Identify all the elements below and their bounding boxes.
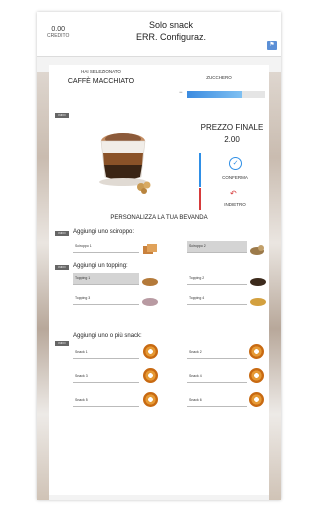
- sugar-level-fill: [187, 91, 242, 98]
- snack-option-6[interactable]: Snack 6: [187, 395, 247, 407]
- product-info-tag[interactable]: INFO: [55, 113, 69, 118]
- snack-option-label: Snack 3: [75, 374, 88, 378]
- language-flag-icon[interactable]: ⚑: [267, 41, 277, 50]
- credit-display: 0.00 CREDITO: [47, 26, 69, 39]
- topping-option-label: Topping 3: [75, 296, 91, 300]
- product-name: CAFFÈ MACCHIATO: [67, 78, 135, 85]
- snack-section-title: Aggiungi uno o più snack:: [73, 333, 142, 339]
- credit-label: CREDITO: [47, 33, 70, 39]
- back-label: INDIETRO: [224, 202, 246, 207]
- selected-label: HAI SELEZIONATO: [81, 69, 121, 74]
- status-title: Solo snack ERR. Configuraz.: [101, 20, 241, 42]
- checkmark-icon: ✓: [229, 157, 242, 170]
- topping-option-4[interactable]: Topping 4: [187, 293, 247, 305]
- syrup-option-1[interactable]: Sciroppo 1: [73, 241, 139, 253]
- snack-option-label: Snack 1: [75, 350, 88, 354]
- back-arrow-icon: ↶: [230, 189, 237, 198]
- syrup-option-label: Sciroppo 2: [189, 244, 206, 248]
- topping-3-image: [142, 298, 158, 306]
- sugar-label: ZUCCHERO: [206, 75, 232, 80]
- snack-option-label: Snack 6: [189, 398, 202, 402]
- syrup-option-2[interactable]: Sciroppo 2: [187, 241, 247, 253]
- snack-option-5[interactable]: Snack 5: [73, 395, 139, 407]
- final-price-value: 2.00: [224, 135, 240, 144]
- snack-option-4[interactable]: Snack 4: [187, 371, 247, 383]
- syrup-option-label: Sciroppo 1: [75, 244, 92, 248]
- snack-2-image: [249, 344, 264, 359]
- snack-5-image: [143, 392, 158, 407]
- topping-info-tag[interactable]: INFO: [55, 265, 69, 270]
- syrup-1-image: [143, 244, 157, 254]
- final-price-label: PREZZO FINALE: [200, 123, 264, 132]
- topping-option-2[interactable]: Topping 2: [187, 273, 247, 285]
- product-panel: HAI SELEZIONATO CAFFÈ MACCHIATO INFO ZUC…: [49, 65, 269, 495]
- snack-1-image: [143, 344, 158, 359]
- sugar-decrease-button[interactable]: −: [179, 90, 183, 96]
- snack-option-label: Snack 5: [75, 398, 88, 402]
- snack-option-1[interactable]: Snack 1: [73, 347, 139, 359]
- syrup-info-tag[interactable]: INFO: [55, 231, 69, 236]
- topping-option-label: Topping 4: [189, 296, 205, 300]
- topping-option-3[interactable]: Topping 3: [73, 293, 139, 305]
- snack-4-image: [249, 368, 264, 383]
- snack-option-label: Snack 2: [189, 350, 202, 354]
- topping-2-image: [250, 278, 266, 286]
- confirm-label: CONFERMA: [222, 175, 248, 180]
- topping-option-label: Topping 1: [75, 276, 91, 280]
- snack-6-image: [249, 392, 264, 407]
- topping-option-1[interactable]: Topping 1: [73, 273, 139, 285]
- snack-option-label: Snack 4: [189, 374, 202, 378]
- background-photo-left: [37, 72, 49, 500]
- back-button[interactable]: ↶ INDIETRO: [199, 188, 269, 210]
- status-line-2: ERR. Configuraz.: [135, 32, 207, 42]
- topping-option-label: Topping 2: [189, 276, 205, 280]
- topping-section-title: Aggiungi un topping:: [73, 263, 128, 269]
- coffee-cup-image: [99, 133, 151, 194]
- confirm-button[interactable]: ✓ CONFERMA: [199, 153, 269, 187]
- status-line-1: Solo snack: [148, 20, 194, 30]
- syrup-section-title: Aggiungi uno sciroppo:: [73, 229, 135, 235]
- snack-option-2[interactable]: Snack 2: [187, 347, 247, 359]
- vending-screen: 0.00 CREDITO Solo snack ERR. Configuraz.…: [37, 12, 281, 500]
- snack-info-tag[interactable]: INFO: [55, 341, 69, 346]
- topping-4-image: [250, 298, 266, 306]
- sugar-slider[interactable]: [187, 91, 265, 98]
- top-bar: 0.00 CREDITO Solo snack ERR. Configuraz.…: [37, 12, 281, 57]
- snack-3-image: [143, 368, 158, 383]
- snack-option-3[interactable]: Snack 3: [73, 371, 139, 383]
- customize-title: PERSONALIZZA LA TUA BEVANDA: [110, 215, 208, 221]
- credit-value: 0.00: [51, 26, 66, 33]
- background-photo-right: [269, 72, 281, 500]
- syrup-2-image: [250, 245, 264, 255]
- topping-1-image: [142, 278, 158, 286]
